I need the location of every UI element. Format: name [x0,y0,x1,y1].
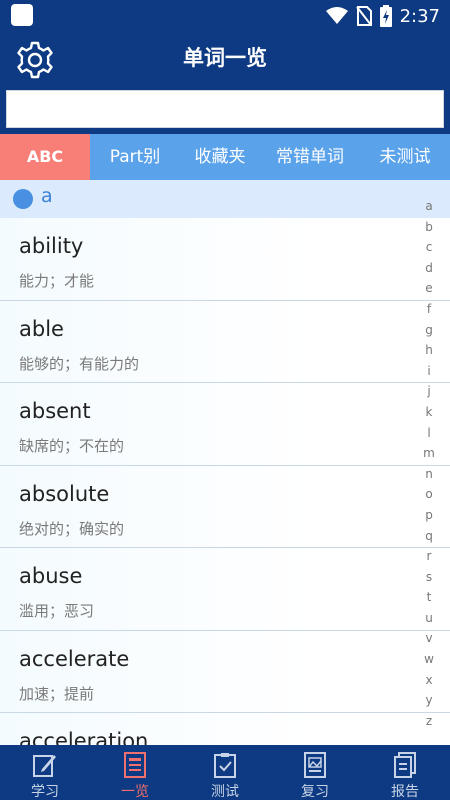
nav-label: 复习 [301,784,329,800]
alphabet-letter-a[interactable]: a [422,196,436,217]
word-meaning: 能力；才能 [19,272,95,290]
alphabet-letter-z[interactable]: z [422,711,436,732]
search-input[interactable] [6,90,444,128]
word-text: accelerate [19,646,130,671]
tab-favorites[interactable]: 收藏夹 [180,134,260,180]
alphabet-letter-p[interactable]: p [422,505,436,526]
nav-test[interactable]: 测试 [180,745,270,800]
word-row[interactable]: able 能够的；有能力的 [0,300,450,383]
alphabet-letter-q[interactable]: q [422,526,436,547]
tab-bar: ABC Part别 收藏夹 常错单词 未测试 [0,134,450,180]
word-meaning: 绝对的；确实的 [19,519,125,538]
word-text: absolute [19,481,110,506]
word-meaning: 能够的；有能力的 [19,354,140,373]
alphabet-letter-e[interactable]: e [422,278,436,299]
nav-study[interactable]: 学习 [0,745,90,800]
alphabet-letter-t[interactable]: t [422,587,436,608]
pencil-note-icon [33,755,56,777]
nav-report[interactable]: 报告 [360,745,450,800]
word-row[interactable]: absent 缺席的；不在的 [0,383,450,466]
section-letter: a [41,185,53,207]
nav-label: 报告 [391,784,419,800]
list-doc-icon [124,752,146,778]
alphabet-letter-s[interactable]: s [422,567,436,588]
section-dot-icon [13,189,33,209]
alphabet-letter-k[interactable]: k [422,402,436,423]
notification-icon [11,4,33,26]
battery-charging-icon [379,5,392,27]
page-title: 单词一览 [183,46,267,70]
word-row[interactable]: accelerate 加速；提前 [0,630,450,713]
alphabet-letter-v[interactable]: v [422,628,436,649]
alphabet-letter-r[interactable]: r [422,546,436,567]
wifi-icon [325,7,348,24]
word-meaning: 加速；提前 [19,684,95,703]
alphabet-letter-b[interactable]: b [422,217,436,238]
report-doc-icon [394,752,416,778]
nav-review[interactable]: 复习 [270,745,360,800]
nav-label: 学习 [31,784,59,800]
alphabet-letter-u[interactable]: u [422,608,436,629]
alphabet-letter-d[interactable]: d [422,258,436,279]
nav-label: 一览 [121,784,149,800]
word-text: acceleration [19,729,149,745]
word-text: absent [19,399,91,423]
alphabet-letter-m[interactable]: m [422,443,436,464]
word-row[interactable]: acceleration [0,713,450,745]
word-meaning: 滥用；恶习 [19,602,95,620]
alphabet-letter-l[interactable]: l [422,423,436,444]
alphabet-letter-f[interactable]: f [422,299,436,320]
tab-frequent-mistakes[interactable]: 常错单词 [260,134,360,180]
picture-doc-icon [304,752,326,778]
tab-abc[interactable]: ABC [0,134,90,180]
word-row[interactable]: abuse 滥用；恶习 [0,548,450,631]
word-meaning: 缺席的；不在的 [19,437,125,455]
word-list: ability 能力；才能 able 能够的；有能力的 absent 缺席的；不… [0,218,450,745]
alphabet-letter-h[interactable]: h [422,340,436,361]
word-text: abuse [19,564,83,588]
tab-untested[interactable]: 未测试 [360,134,450,180]
alphabet-letter-y[interactable]: y [422,690,436,711]
section-header: a [0,180,450,218]
word-text: able [19,316,64,341]
alphabet-letter-c[interactable]: c [422,237,436,258]
status-bar: 2:37 [0,0,450,32]
clipboard-check-icon [214,753,236,778]
alphabet-letter-n[interactable]: n [422,464,436,485]
nav-label: 测试 [211,784,239,800]
alphabet-letter-o[interactable]: o [422,484,436,505]
alphabet-index[interactable]: abcdefghijklmnopqrstuvwxyz [422,196,436,731]
search-bar [0,84,450,134]
word-text: ability [19,234,84,258]
alphabet-letter-g[interactable]: g [422,320,436,341]
word-row[interactable]: absolute 绝对的；确实的 [0,465,450,548]
word-row[interactable]: ability 能力；才能 [0,218,450,301]
alphabet-letter-w[interactable]: w [422,649,436,670]
alphabet-letter-x[interactable]: x [422,670,436,691]
nav-overview[interactable]: 一览 [90,745,180,800]
tab-part[interactable]: Part别 [90,134,180,180]
clock: 2:37 [399,5,440,27]
bottom-nav: 学习 一览 测试 复习 报告 [0,745,450,800]
status-icons: 2:37 [325,4,440,28]
app-header: 单词一览 [0,32,450,84]
alphabet-letter-i[interactable]: i [422,361,436,382]
no-sim-icon [355,6,372,26]
alphabet-letter-j[interactable]: j [422,381,436,402]
